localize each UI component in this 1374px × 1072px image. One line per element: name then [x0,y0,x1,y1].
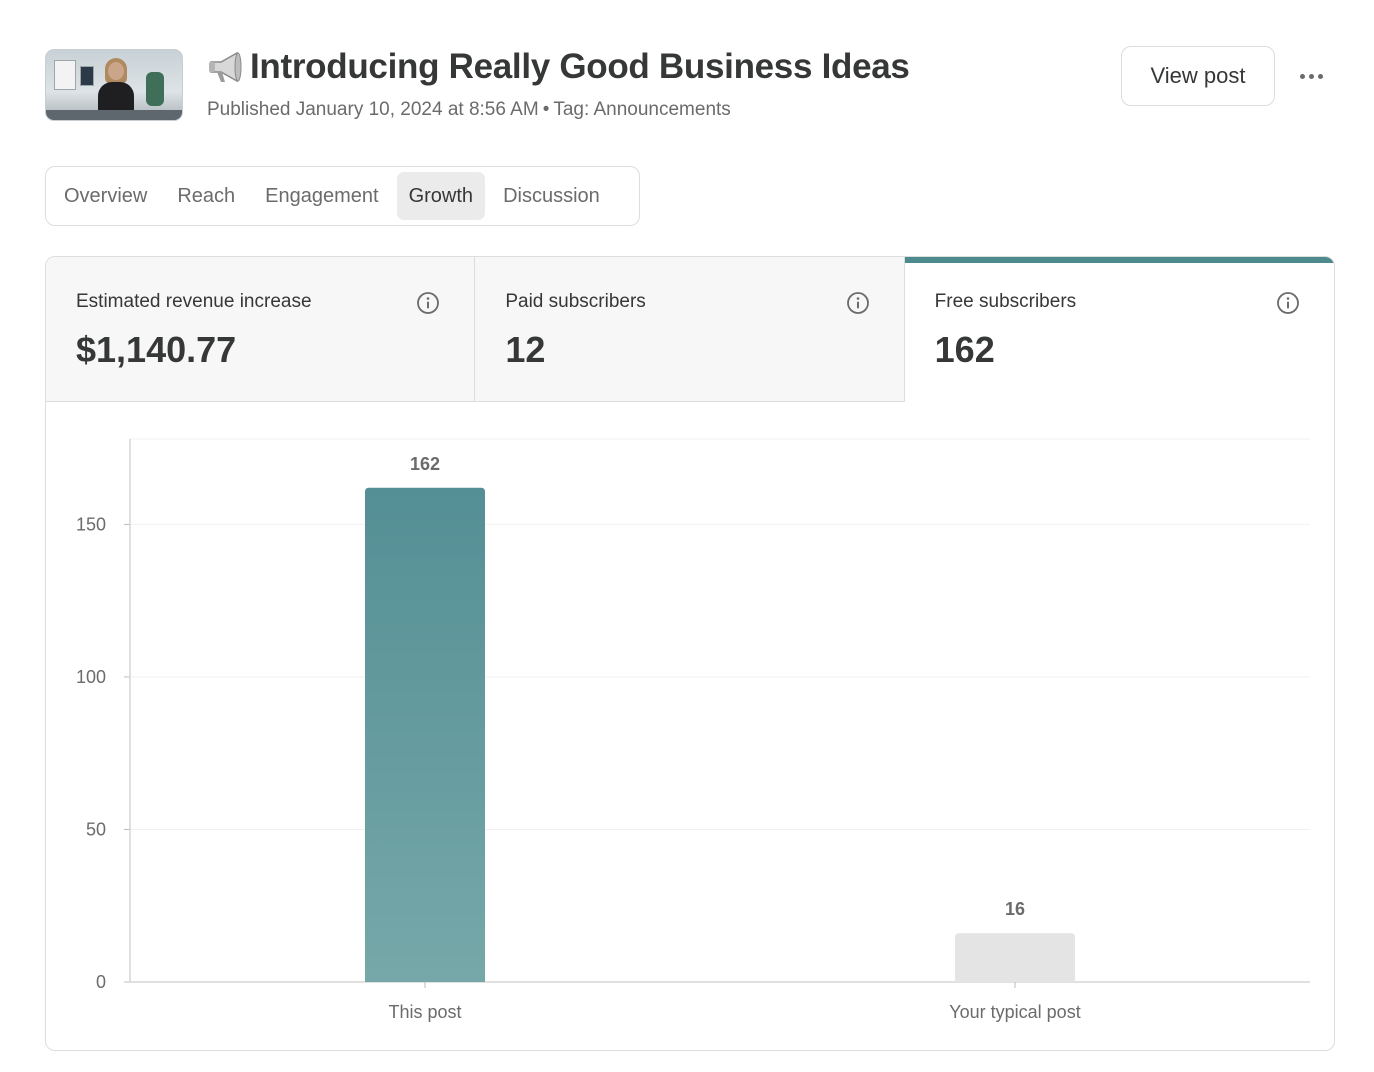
metric-tiles: Estimated revenue increase $1,140.77 Pai… [46,257,1334,402]
metric-value: $1,140.77 [76,329,237,370]
metric-paid-subscribers[interactable]: Paid subscribers 12 [475,257,905,402]
metric-label: Estimated revenue increase [76,291,312,312]
post-thumbnail [45,49,183,121]
bar-your-typical-post [955,933,1075,982]
page-title: Introducing Really Good Business Ideas [250,47,910,86]
bar-data-label: 16 [1005,899,1025,919]
published-date: Published January 10, 2024 at 8:56 AM [207,99,539,120]
metric-label: Paid subscribers [505,291,646,312]
bar-chart: 0 50 100 150 162 This post 16 Your typical pos… [46,402,1334,1050]
bar-data-label: 162 [410,454,440,474]
growth-card: Estimated revenue increase $1,140.77 Pai… [45,256,1335,1051]
chart-svg: 0 50 100 150 162 This post 16 Your typical pos… [76,438,1310,1022]
tab-overview[interactable]: Overview [52,172,159,220]
x-tick-label: Your typical post [949,1002,1080,1022]
info-icon[interactable] [1276,291,1300,315]
metric-label: Free subscribers [934,291,1077,312]
metric-free-subscribers[interactable]: Free subscribers 162 [904,257,1334,402]
post-tag[interactable]: Tag: Announcements [553,99,730,120]
tab-growth[interactable]: Growth [396,172,486,220]
view-post-button[interactable]: View post [1121,46,1275,106]
meta-separator: • [542,99,550,120]
x-tick-label: This post [388,1002,461,1022]
bar-this-post [365,487,485,982]
tab-reach[interactable]: Reach [165,172,247,220]
tab-bar: Overview Reach Engagement Growth Discuss… [45,166,640,226]
metric-revenue[interactable]: Estimated revenue increase $1,140.77 [46,257,476,402]
metric-value: 162 [934,329,995,370]
y-tick-label: 50 [86,819,106,839]
megaphone-icon [209,51,242,83]
ellipsis-icon[interactable] [1291,62,1331,90]
y-tick-label: 150 [76,514,106,534]
y-tick-label: 0 [96,972,106,992]
info-icon[interactable] [846,291,870,315]
y-tick-label: 100 [76,667,106,687]
metric-value: 12 [505,329,546,370]
post-meta: Published January 10, 2024 at 8:56 AM • Ta… [207,98,731,122]
tab-discussion[interactable]: Discussion [491,172,612,220]
info-icon[interactable] [416,291,440,315]
tab-engagement[interactable]: Engagement [253,172,390,220]
